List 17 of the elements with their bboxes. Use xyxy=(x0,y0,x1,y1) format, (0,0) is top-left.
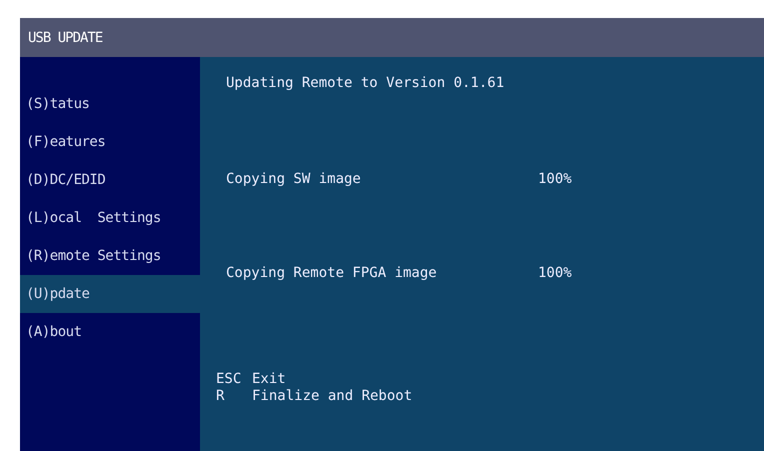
key-label: ESC xyxy=(216,371,242,388)
key-label: R xyxy=(216,388,226,405)
window-title: USB UPDATE xyxy=(20,18,764,57)
task-label: Copying SW image xyxy=(226,171,362,189)
menu-item[interactable]: (L)ocal Settings xyxy=(20,199,200,237)
key-action: Finalize and Reboot xyxy=(252,388,412,405)
menu-item[interactable]: (D)DC/EDID xyxy=(20,161,200,199)
task-label: Copying Remote FPGA image xyxy=(226,265,438,283)
menu-item[interactable]: (A)bout xyxy=(20,313,200,351)
key-action: Exit xyxy=(252,371,286,388)
menu-item[interactable]: (F)eatures xyxy=(20,123,200,161)
menu-item[interactable]: (S)tatus xyxy=(20,85,200,123)
update-heading: Updating Remote to Version 0.1.61 xyxy=(226,75,506,93)
progress-percent: 100% xyxy=(538,171,572,189)
menu-item[interactable]: (U)pdate xyxy=(20,275,200,313)
menu-item[interactable]: (R)emote Settings xyxy=(20,237,200,275)
progress-percent: 100% xyxy=(538,265,572,283)
